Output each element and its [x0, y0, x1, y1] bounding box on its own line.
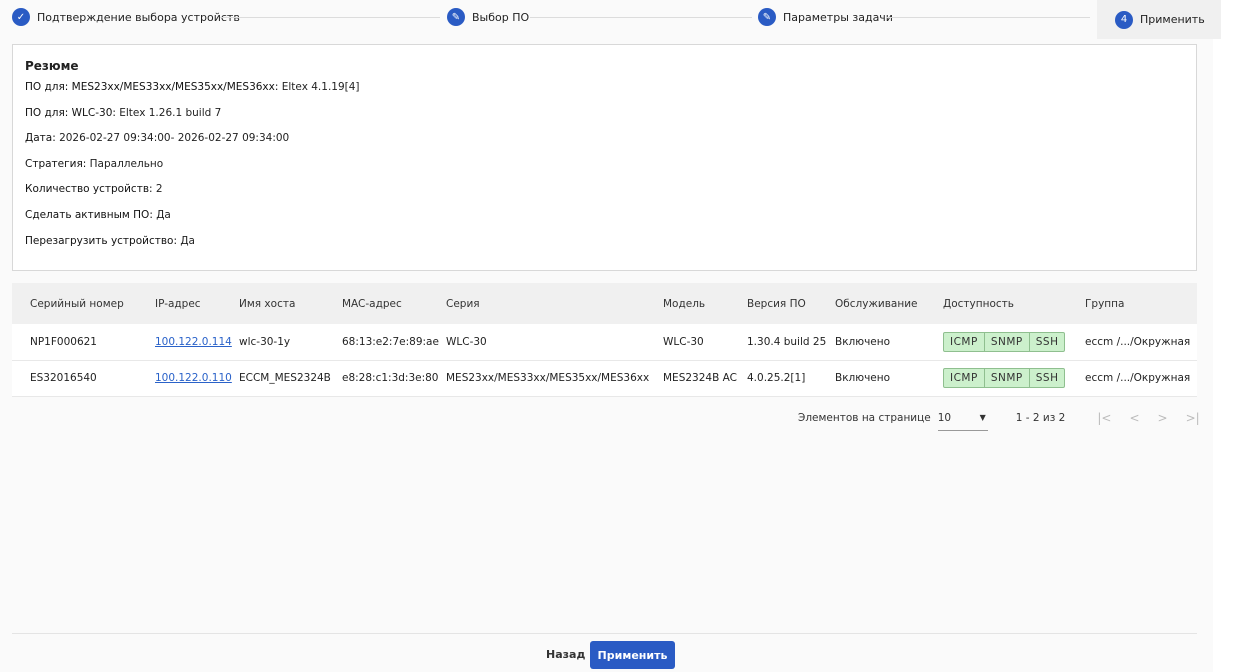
- page-size-select[interactable]: 10 ▼: [937, 405, 988, 431]
- table-header: Серийный номер IP-адрес Имя хоста MAC-адрес…: [12, 283, 1197, 324]
- step-number-icon: 4: [1115, 10, 1133, 29]
- step-label: Параметры задачи: [783, 10, 893, 24]
- step-connector: [886, 17, 1090, 18]
- summary-row: Перезагрузить устройство: Да: [25, 235, 1184, 261]
- step-label: Выбор ПО: [472, 10, 530, 24]
- series-cell: MES23xx/MES33xx/MES35xx/MES36xx: [446, 360, 663, 397]
- service-cell: Включено: [835, 360, 943, 397]
- group-cell: eccm /.../Окружная: [1085, 324, 1197, 361]
- host-cell: ECCM_MES2324B: [239, 360, 342, 397]
- summary-row: Стратегия: Параллельно: [25, 158, 1184, 184]
- page-size-value: 10: [937, 411, 952, 424]
- paginator: Элементов на странице 10 ▼ 1 - 2 из 2 |< …: [798, 405, 1200, 431]
- prev-page-icon[interactable]: <: [1129, 411, 1139, 425]
- summary-label: Стратегия:: [25, 157, 87, 170]
- check-icon: ✓: [12, 8, 30, 26]
- column-header[interactable]: Модель: [663, 283, 747, 324]
- serial-cell: ES32016540: [12, 360, 155, 397]
- summary-label: Перезагрузить устройство:: [25, 234, 177, 247]
- version-cell: 1.30.4 build 25: [747, 324, 835, 361]
- devices-table: Серийный номер IP-адрес Имя хоста MAC-адрес…: [12, 283, 1197, 397]
- ip-link[interactable]: 100.122.0.110: [155, 372, 232, 384]
- summary-row: Дата: 2026-02-27 09:34:00- 2026-02-27 09…: [25, 132, 1184, 158]
- summary-value: 2: [152, 183, 163, 196]
- availability-badge: ICMP: [944, 369, 985, 387]
- step-label: Подтверждение выбора устройств: [37, 10, 240, 24]
- step-device-confirmation[interactable]: ✓ Подтверждение выбора устройств: [12, 0, 240, 34]
- mac-cell: e8:28:c1:3d:3e:80: [342, 360, 446, 397]
- column-header[interactable]: Серия: [446, 283, 663, 324]
- availability-cell: ICMP SNMP SSH: [943, 324, 1085, 361]
- step-task-params[interactable]: ✎ Параметры задачи: [758, 0, 893, 34]
- apply-button[interactable]: Применить: [590, 641, 675, 669]
- step-connector: [530, 17, 752, 18]
- dropdown-arrow-icon: ▼: [979, 413, 986, 422]
- summary-row: Количество устройств: 2: [25, 183, 1184, 209]
- summary-value: Параллельно: [86, 157, 164, 170]
- summary-label: ПО для: WLC-30:: [25, 106, 116, 119]
- summary-value: Eltex 4.1.19[4]: [278, 81, 360, 93]
- summary-value: Да: [152, 208, 171, 221]
- footer-divider: [12, 633, 1197, 634]
- model-cell: WLC-30: [663, 324, 747, 361]
- step-connector: [220, 17, 440, 18]
- summary-label: ПО для: MES23xx/MES33xx/MES35xx/MES36xx:: [25, 81, 279, 93]
- summary-row: ПО для: WLC-30: Eltex 1.26.1 build 7: [25, 107, 1184, 133]
- model-cell: MES2324B AC: [663, 360, 747, 397]
- availability-badge: SNMP: [985, 332, 1030, 351]
- summary-label: Количество устройств:: [25, 183, 153, 196]
- pencil-icon: ✎: [447, 8, 465, 26]
- summary-label: Дата:: [25, 132, 56, 145]
- column-header[interactable]: IP-адрес: [155, 283, 239, 324]
- host-cell: wlc-30-1y: [239, 324, 342, 361]
- group-cell: eccm /.../Окружная: [1085, 360, 1197, 397]
- column-header[interactable]: Обслуживание: [835, 283, 943, 324]
- column-header[interactable]: Группа: [1085, 283, 1197, 324]
- column-header[interactable]: Версия ПО: [747, 283, 835, 324]
- column-header[interactable]: Доступность: [943, 283, 1085, 324]
- summary-row: ПО для: MES23xx/MES33xx/MES35xx/MES36xx:…: [25, 81, 1184, 107]
- pencil-icon: ✎: [758, 8, 776, 26]
- series-cell: WLC-30: [446, 324, 663, 361]
- next-page-icon[interactable]: >: [1158, 411, 1168, 425]
- summary-value: Да: [177, 234, 195, 247]
- page-size-label: Элементов на странице: [798, 412, 931, 424]
- ip-cell: 100.122.0.110: [155, 360, 239, 397]
- table-row[interactable]: NP1F000621 100.122.0.114 wlc-30-1y 68:13…: [12, 324, 1197, 361]
- availability-badges: ICMP SNMP SSH: [943, 368, 1066, 388]
- page-range: 1 - 2 из 2: [1015, 412, 1066, 424]
- availability-cell: ICMP SNMP SSH: [943, 360, 1085, 397]
- stepper: ✓ Подтверждение выбора устройств ✎ Выбор…: [0, 0, 1221, 39]
- column-header[interactable]: Серийный номер: [12, 283, 155, 324]
- availability-badge: SNMP: [985, 369, 1030, 387]
- availability-badges: ICMP SNMP SSH: [943, 331, 1066, 352]
- service-cell: Включено: [835, 324, 943, 361]
- table-row[interactable]: ES32016540 100.122.0.110 ECCM_MES2324B e…: [12, 360, 1197, 397]
- availability-badge: ICMP: [944, 332, 985, 351]
- ip-link[interactable]: 100.122.0.114: [155, 336, 232, 348]
- summary-value: Eltex 1.26.1 build 7: [115, 106, 222, 119]
- summary-panel: Резюме ПО для: MES23xx/MES33xx/MES35xx/M…: [12, 44, 1197, 271]
- ip-cell: 100.122.0.114: [155, 324, 239, 361]
- summary-row: Сделать активным ПО: Да: [25, 209, 1184, 235]
- availability-badge: SSH: [1035, 372, 1059, 384]
- serial-cell: NP1F000621: [12, 324, 155, 361]
- step-software-choice[interactable]: ✎ Выбор ПО: [447, 0, 529, 34]
- first-page-icon[interactable]: |<: [1097, 411, 1111, 425]
- availability-badge: SSH: [1035, 335, 1059, 348]
- summary-label: Сделать активным ПО:: [25, 208, 153, 221]
- step-label: Применить: [1140, 13, 1205, 26]
- summary-title: Резюме: [25, 59, 79, 73]
- column-header[interactable]: MAC-адрес: [342, 283, 446, 324]
- version-cell: 4.0.25.2[1]: [747, 360, 835, 397]
- mac-cell: 68:13:e2:7e:89:ae: [342, 324, 446, 361]
- step-apply[interactable]: 4 Применить: [1097, 0, 1221, 39]
- last-page-icon[interactable]: >|: [1186, 411, 1200, 425]
- back-button[interactable]: Назад: [546, 648, 585, 661]
- summary-value: 2026-02-27 09:34:00- 2026-02-27 09:34:00: [55, 132, 290, 145]
- column-header[interactable]: Имя хоста: [239, 283, 342, 324]
- page: ✓ Подтверждение выбора устройств ✎ Выбор…: [0, 0, 1221, 672]
